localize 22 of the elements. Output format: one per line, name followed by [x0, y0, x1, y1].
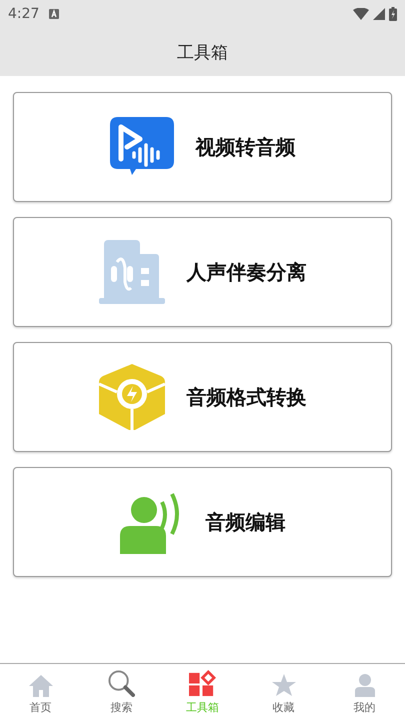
- battery-icon: [389, 7, 397, 21]
- notification-icon: [49, 9, 60, 19]
- nav-tab[interactable]: 搜索: [81, 664, 162, 720]
- nav-tab[interactable]: 我的: [324, 664, 405, 720]
- star-icon: [272, 674, 296, 697]
- wifi-icon: [353, 8, 369, 20]
- convert-cube-icon: [98, 364, 164, 430]
- tool-card[interactable]: 人声伴奏分离: [13, 217, 392, 327]
- tool-card[interactable]: 音频编辑: [13, 467, 392, 577]
- nav-tab[interactable]: 首页: [0, 664, 81, 720]
- home-icon: [28, 675, 52, 697]
- nav-tab[interactable]: 收藏: [243, 664, 324, 720]
- tool-card[interactable]: 音频格式转换: [13, 342, 392, 452]
- signal-icon: [373, 8, 385, 20]
- video-audio-icon: [110, 117, 174, 177]
- search-icon: [108, 670, 135, 697]
- tool-card[interactable]: 视频转音频: [13, 92, 392, 202]
- person-icon: [354, 673, 374, 697]
- building-icon: [98, 240, 164, 304]
- status-time: 4:27: [8, 6, 40, 22]
- header-title: 工具箱: [177, 42, 228, 64]
- toolbox-icon: [189, 670, 216, 697]
